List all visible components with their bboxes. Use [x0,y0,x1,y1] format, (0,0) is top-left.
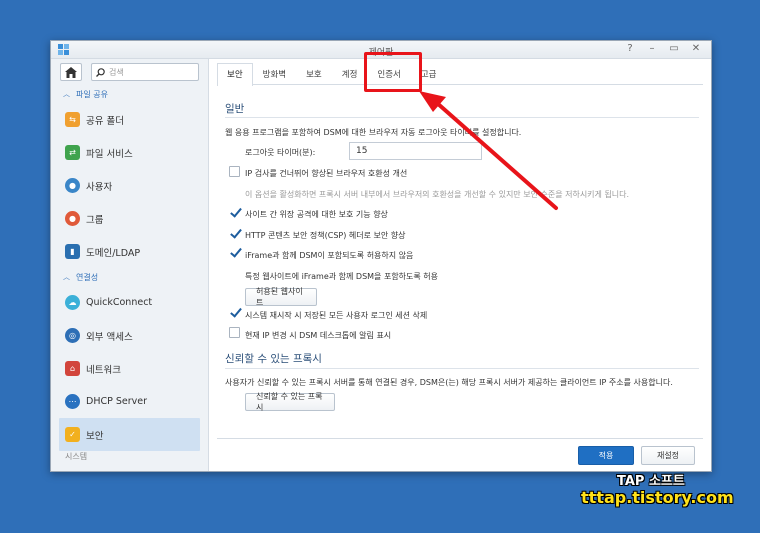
security-pane: 일반 웹 응용 프로그램을 포함하여 DSM에 대한 브라우저 자동 로그아웃 … [225,89,699,437]
search-placeholder: 검색 [109,67,124,77]
quickconnect-icon: ☁ [65,295,80,310]
logout-timer-label: 로그아웃 타이머(분): [245,148,316,157]
trusted-proxy-button[interactable]: 신뢰할 수 있는 프록시 [245,392,335,412]
tab-firewall[interactable]: 방화벽 [253,63,296,85]
close-icon[interactable]: ✕ [691,43,701,54]
sidebar-item-shared-folder[interactable]: ⇆ 공유 폴더 [51,103,208,136]
sidebar-item-group[interactable]: ● 그룹 [51,202,208,235]
ip-change-notify-label: 현재 IP 변경 시 DSM 데스크톱에 알림 표시 [245,331,392,340]
logout-timer-input[interactable]: 15 [349,142,482,160]
general-description: 웹 응용 프로그램을 포함하여 DSM에 대한 브라우저 자동 로그아웃 타이머… [225,128,522,137]
search-input[interactable]: 검색 [91,63,199,81]
chevron-up-icon: ︿ [63,273,70,281]
allowed-websites-button[interactable]: 허용된 웹사이트 [245,287,317,307]
main-content: 보안 방화벽 보호 계정 인증서 고급 일반 웹 응용 프로그램을 포함하여 D… [209,59,711,471]
watermark-url: tttap.tistory.com [581,488,734,507]
home-button[interactable] [60,63,82,81]
control-panel-window: 제어판 ? – ▭ ✕ 검색 ︿ 파일 공유 ⇆ 공유 폴더 ⇄ 파일 서비스 … [50,40,712,472]
domain-icon: ▮ [65,244,80,259]
ip-change-notify-checkbox[interactable] [229,327,240,338]
network-icon: ⌂ [65,361,80,376]
ip-check-label: IP 검사를 건너뛰어 향상된 브라우저 호환성 개선 [245,169,408,178]
security-shield-icon: ✓ [65,427,80,442]
iframe-block-label: iFrame과 함께 DSM이 포함되도록 허용하지 않음 [245,251,414,260]
external-access-icon: ◎ [65,328,80,343]
csp-header-checkbox[interactable] [229,227,240,238]
sidebar-item-domain-ldap[interactable]: ▮ 도메인/LDAP [51,235,208,268]
tab-account[interactable]: 계정 [332,63,368,85]
tab-protection[interactable]: 보호 [296,63,332,85]
section-system-partial[interactable]: 시스템 [51,451,208,461]
divider [225,368,699,369]
sidebar: 검색 ︿ 파일 공유 ⇆ 공유 폴더 ⇄ 파일 서비스 ● 사용자 ● 그룹 ▮… [51,59,209,471]
search-icon [96,67,105,77]
sidebar-item-file-service[interactable]: ⇄ 파일 서비스 [51,136,208,169]
group-icon: ● [65,211,80,226]
sidebar-item-network[interactable]: ⌂ 네트워크 [51,352,208,385]
trusted-proxy-description: 사용자가 신뢰할 수 있는 프록시 서버를 통해 연결된 경우, DSM은(는)… [225,378,673,387]
sidebar-item-security[interactable]: ✓ 보안 [59,418,200,451]
ip-check-checkbox[interactable] [229,166,240,177]
sidebar-item-dhcp-server[interactable]: ⋯ DHCP Server [51,385,208,418]
iframe-allow-description: 특정 웹사이트에 iFrame과 함께 DSM을 포함하도록 허용 [245,272,439,281]
chevron-up-icon: ︿ [63,90,70,98]
tab-bar: 보안 방화벽 보호 계정 인증서 고급 [217,63,703,86]
footer: 적용 재설정 [217,438,703,471]
divider [225,117,699,118]
xss-protection-label: 사이트 간 위장 공격에 대한 보호 기능 향상 [245,210,388,219]
minimize-icon[interactable]: – [647,43,657,54]
section-file-sharing[interactable]: ︿ 파일 공유 [51,85,208,103]
sidebar-item-user[interactable]: ● 사용자 [51,169,208,202]
share-folder-icon: ⇆ [65,112,80,127]
help-icon[interactable]: ? [625,43,635,54]
section-connectivity[interactable]: ︿ 연결성 [51,268,208,286]
reset-button[interactable]: 재설정 [641,446,695,465]
xss-protection-checkbox[interactable] [229,206,240,217]
certificate-tab-highlight [364,52,422,92]
maximize-icon[interactable]: ▭ [669,43,679,54]
file-service-icon: ⇄ [65,145,80,160]
iframe-block-checkbox[interactable] [229,246,240,257]
sidebar-item-external-access[interactable]: ◎ 외부 액세스 [51,319,208,352]
tab-security[interactable]: 보안 [217,63,253,86]
clear-sessions-label: 시스템 재시작 시 저장된 모든 사용자 로그인 세션 삭제 [245,311,428,320]
clear-sessions-checkbox[interactable] [229,306,240,317]
sidebar-item-quickconnect[interactable]: ☁ QuickConnect [51,286,208,319]
section-title-trusted-proxy: 신뢰할 수 있는 프록시 [225,353,322,365]
user-icon: ● [65,178,80,193]
apply-button[interactable]: 적용 [578,446,634,465]
section-title-general: 일반 [225,103,245,115]
ip-check-hint: 이 옵션을 활성화하면 프록시 서버 내부에서 브라우저의 호환성을 개선할 수… [245,190,630,199]
csp-header-label: HTTP 콘텐츠 보안 정책(CSP) 헤더로 보안 향상 [245,231,406,240]
watermark-brand: TAP 소프트 [617,474,685,489]
home-icon [65,66,77,78]
dhcp-icon: ⋯ [65,394,80,409]
